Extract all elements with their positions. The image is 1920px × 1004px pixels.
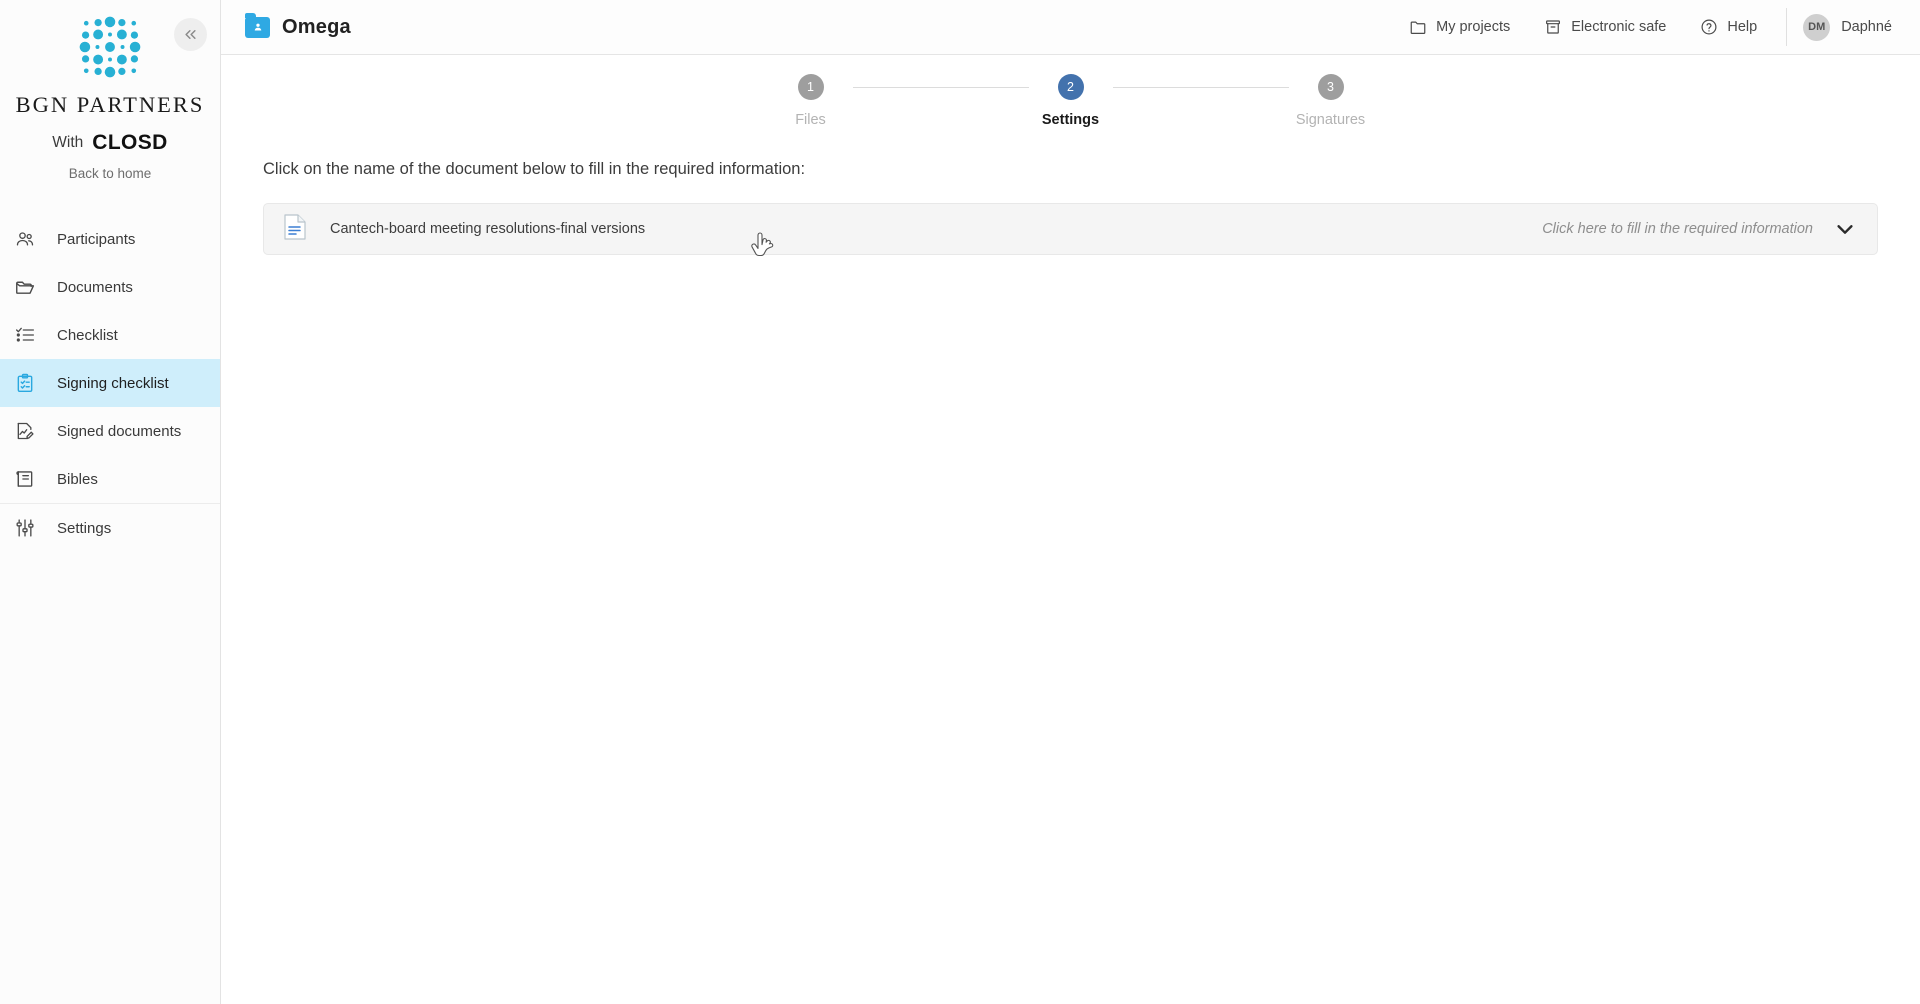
project-title: Omega (245, 12, 351, 39)
document-row-left: Cantech-board meeting resolutions-final … (284, 213, 645, 245)
folder-user-icon (245, 12, 270, 38)
sidebar-item-label: Signed documents (57, 422, 182, 440)
my-projects-link[interactable]: My projects (1392, 0, 1527, 54)
top-bar: Omega My projects Electronic safe Help D… (221, 0, 1920, 55)
brand-name: BGN PARTNERS (15, 92, 205, 117)
sidebar-item-label: Documents (57, 278, 133, 296)
checklist-icon (14, 325, 36, 345)
document-name[interactable]: Cantech-board meeting resolutions-final … (330, 221, 645, 237)
sidebar-collapse-button[interactable] (174, 18, 207, 51)
book-icon (14, 469, 36, 489)
my-projects-label: My projects (1436, 19, 1511, 35)
content-area: 1 Files 2 Settings 3 Signatures Click on… (221, 55, 1920, 257)
with-label: With (52, 134, 84, 151)
help-link[interactable]: Help (1683, 0, 1774, 54)
sidebar-nav: Participants Documents Checklist Signing… (0, 215, 220, 552)
document-row[interactable]: Cantech-board meeting resolutions-final … (263, 203, 1878, 255)
step-connector (852, 87, 1029, 88)
user-name: Daphné (1841, 19, 1892, 35)
app-root: BGN PARTNERS With CLOSD Back to home Par… (0, 0, 1920, 1004)
step-label: Settings (1041, 112, 1100, 128)
help-label: Help (1727, 19, 1758, 35)
sidebar-item-signing-checklist[interactable]: Signing checklist (0, 359, 220, 407)
document-lines-icon (284, 213, 306, 245)
sliders-icon (14, 518, 36, 538)
document-signed-icon (14, 421, 36, 441)
electronic-safe-label: Electronic safe (1571, 19, 1667, 35)
step-label: Files (795, 112, 826, 128)
bgn-dot-grid-logo (79, 16, 141, 78)
sidebar-item-label: Signing checklist (57, 374, 169, 392)
electronic-safe-link[interactable]: Electronic safe (1527, 0, 1683, 54)
sidebar-item-label: Settings (57, 519, 112, 537)
folder-open-icon (14, 277, 36, 298)
partner-row: With CLOSD (0, 131, 220, 155)
top-bar-actions: My projects Electronic safe Help DM Daph… (1392, 0, 1892, 54)
sidebar-item-settings[interactable]: Settings (0, 504, 220, 552)
stepper: 1 Files 2 Settings 3 Signatures (263, 55, 1878, 128)
step-label: Signatures (1295, 112, 1366, 128)
double-chevron-left-icon (185, 30, 196, 39)
instruction-text: Click on the name of the document below … (263, 160, 806, 178)
sidebar-item-label: Bibles (57, 470, 98, 488)
question-circle-icon (1701, 19, 1717, 35)
sidebar-item-bibles[interactable]: Bibles (0, 455, 220, 503)
topbar-divider (1786, 8, 1788, 46)
step-number: 1 (797, 74, 824, 100)
folder-icon (1410, 21, 1426, 34)
step-signatures[interactable]: 3 Signatures (1289, 74, 1373, 128)
sidebar-item-documents[interactable]: Documents (0, 263, 220, 311)
sidebar-item-label: Checklist (57, 326, 118, 344)
avatar: DM (1803, 13, 1831, 41)
user-menu[interactable]: DM Daphné (1793, 13, 1892, 41)
archive-box-icon (1546, 20, 1561, 34)
sidebar-item-label: Participants (57, 230, 136, 248)
sidebar-item-checklist[interactable]: Checklist (0, 311, 220, 359)
page-title: Omega (282, 15, 351, 38)
step-number: 3 (1317, 74, 1344, 100)
main-area: Omega My projects Electronic safe Help D… (221, 0, 1920, 1004)
sidebar-item-signed-documents[interactable]: Signed documents (0, 407, 220, 455)
sidebar-item-participants[interactable]: Participants (0, 215, 220, 263)
back-to-home-link[interactable]: Back to home (0, 166, 220, 181)
step-settings[interactable]: 2 Settings (1029, 74, 1113, 128)
chevron-down-icon[interactable] (1834, 218, 1856, 240)
step-files[interactable]: 1 Files (769, 74, 853, 128)
people-icon (14, 229, 36, 249)
step-connector (1112, 87, 1289, 88)
clipboard-check-icon (14, 373, 36, 393)
step-number: 2 (1057, 74, 1084, 100)
document-row-right: Click here to fill in the required infor… (1542, 218, 1856, 240)
sidebar: BGN PARTNERS With CLOSD Back to home Par… (0, 0, 221, 1004)
document-hint: Click here to fill in the required infor… (1542, 221, 1813, 237)
closd-logo: CLOSD (92, 131, 168, 154)
